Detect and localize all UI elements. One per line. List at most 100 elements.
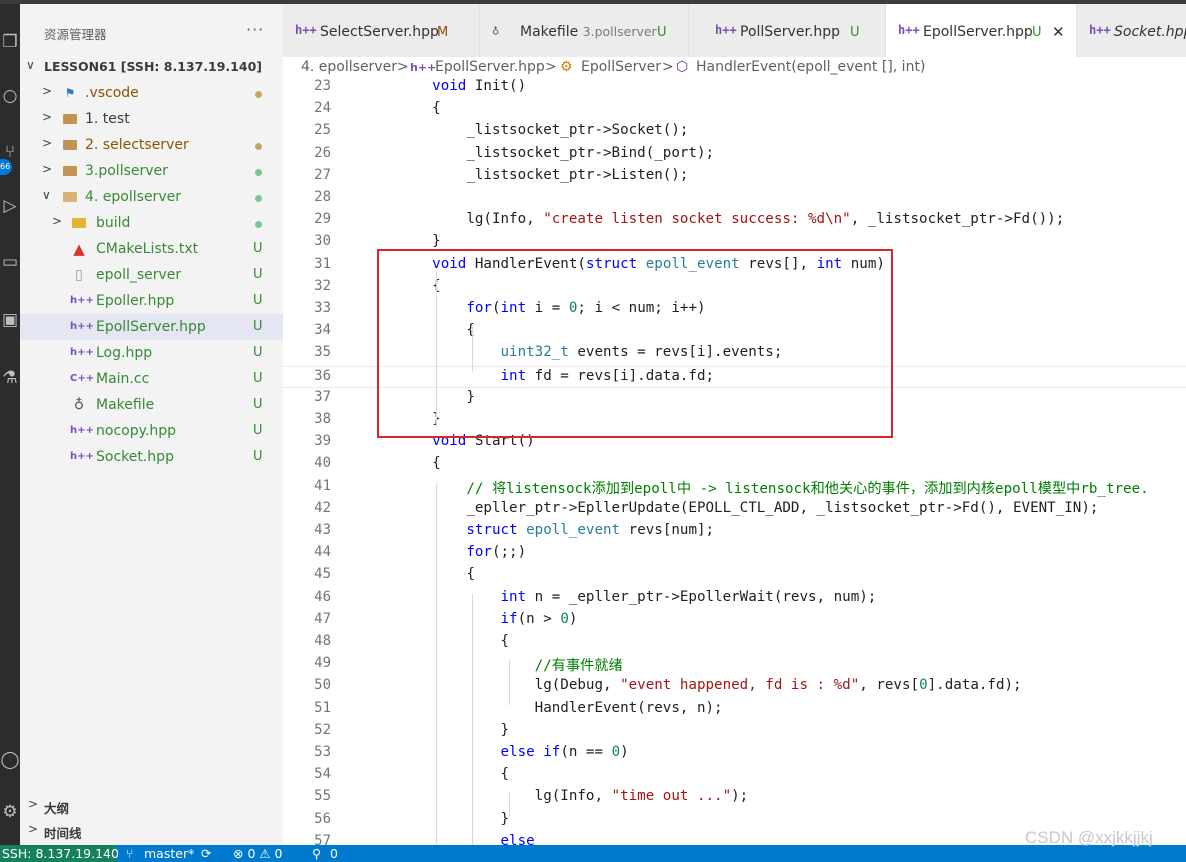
- tab-selectserver[interactable]: h++ SelectServer.hpp M: [283, 4, 480, 57]
- tree-item-test[interactable]: > 1. test: [20, 106, 283, 132]
- tab-epollserver[interactable]: h++ EpollServer.hpp U ✕: [886, 4, 1077, 57]
- line-number: 43: [314, 522, 331, 538]
- code-line[interactable]: 28: [283, 188, 1186, 210]
- tree-item-label: CMakeLists.txt: [96, 241, 199, 257]
- code-line[interactable]: 50 lg(Debug, "event happened, fd is : %d…: [283, 676, 1186, 698]
- testing-icon[interactable]: ⚗: [0, 366, 20, 390]
- workspace-root[interactable]: ∨ LESSON61 [SSH: 8.137.19.140]: [20, 54, 283, 80]
- code-editor[interactable]: 23 void Init() 24 {25 _listsocket_ptr->So…: [283, 79, 1186, 845]
- tree-item-label: epoll_server: [96, 267, 182, 283]
- tree-item-socket[interactable]: h++ Socket.hpp U: [20, 444, 283, 470]
- line-number: 40: [314, 455, 331, 472]
- more-actions-icon[interactable]: ···: [246, 20, 264, 39]
- code-line[interactable]: 42 _epller_ptr->EpllerUpdate(EPOLL_CTL_A…: [283, 499, 1186, 521]
- code-line[interactable]: 29 lg(Info, "create listen socket succes…: [283, 210, 1186, 232]
- tree-item-makefile[interactable]: ♁ Makefile U: [20, 392, 283, 418]
- tree-item-epoller[interactable]: h++ Epoller.hpp U: [20, 288, 283, 314]
- cpp-header-icon: h++: [70, 451, 94, 462]
- activity-bar: ❐ ○ ⑂ 66 ▷ ▭ ▣ ⚗ ◯ ⚙: [0, 4, 20, 845]
- code-line[interactable]: 53 else if(n == 0): [283, 743, 1186, 765]
- code-text: int n = _epller_ptr->EpollerWait(revs, n…: [500, 588, 877, 605]
- cpp-header-icon: h++: [70, 347, 94, 358]
- code-line[interactable]: 40 {: [283, 454, 1186, 476]
- tree-item-pollserver[interactable]: > 3.pollserver: [20, 158, 283, 184]
- indent-guide: [509, 793, 510, 816]
- outline-section[interactable]: > 大纲: [20, 794, 283, 818]
- line-number: 46: [314, 588, 331, 605]
- explorer-icon[interactable]: ❐: [0, 30, 20, 54]
- code-line[interactable]: 23 void Init(): [283, 79, 1186, 99]
- tree-item-log[interactable]: h++ Log.hpp U: [20, 340, 283, 366]
- code-line[interactable]: 41 // 将listensock添加到epoll中 -> listensock…: [283, 477, 1186, 499]
- tab-label: SelectServer.hpp: [320, 24, 439, 40]
- line-number: 39: [314, 433, 331, 450]
- remote-explorer-icon[interactable]: ▭: [0, 250, 20, 274]
- method-symbol-icon: ⬡: [676, 59, 689, 75]
- breadcrumb-file[interactable]: EpollServer.hpp: [435, 59, 545, 75]
- run-debug-icon[interactable]: ▷: [0, 194, 20, 218]
- code-line[interactable]: 24 {: [283, 99, 1186, 121]
- code-text: {: [398, 100, 441, 117]
- source-control-badge: 66: [0, 159, 12, 175]
- breadcrumb-method[interactable]: HandlerEvent(epoll_event [], int): [696, 59, 925, 75]
- remote-indicator[interactable]: SSH: 8.137.19.140: [0, 845, 119, 862]
- line-number: 23: [314, 79, 331, 94]
- tree-item-selectserver[interactable]: > 2. selectserver: [20, 132, 283, 158]
- code-line[interactable]: 49 //有事件就绪: [283, 654, 1186, 676]
- cpp-header-icon: h++: [295, 23, 317, 37]
- tree-item-cmakelists[interactable]: ▲ CMakeLists.txt U: [20, 236, 283, 262]
- tree-item-main[interactable]: C++ Main.cc U: [20, 366, 283, 392]
- line-number: 37: [314, 388, 331, 405]
- tab-makefile[interactable]: ♁ Makefile 3.pollserver U: [480, 4, 689, 57]
- settings-gear-icon[interactable]: ⚙: [0, 800, 20, 824]
- file-icon: ▯: [75, 267, 83, 283]
- code-text: lg(Debug, "event happened, fd is : %d", …: [534, 677, 1022, 694]
- line-number: 34: [314, 322, 331, 339]
- tree-item-epollserver-hpp[interactable]: h++ EpollServer.hpp U: [20, 314, 283, 340]
- folder-open-icon: [61, 188, 79, 206]
- tree-item-epoll-server[interactable]: ▯ epoll_server U: [20, 262, 283, 288]
- line-number: 42: [314, 499, 331, 516]
- code-line[interactable]: 26 _listsocket_ptr->Bind(_port);: [283, 144, 1186, 166]
- indent-guide: [509, 660, 510, 705]
- ports-count[interactable]: 0: [330, 846, 338, 861]
- code-line[interactable]: 45 {: [283, 565, 1186, 587]
- tab-pollserver[interactable]: h++ PollServer.hpp U: [689, 4, 886, 57]
- tree-item-build[interactable]: > build: [20, 210, 283, 236]
- tree-item-vscode[interactable]: > ⚑ .vscode: [20, 80, 283, 106]
- code-line[interactable]: 27 _listsocket_ptr->Listen();: [283, 166, 1186, 188]
- indent-guide: [472, 593, 473, 845]
- code-line[interactable]: 51 HandlerEvent(revs, n);: [283, 699, 1186, 721]
- code-line[interactable]: 25 _listsocket_ptr->Socket();: [283, 121, 1186, 143]
- code-line[interactable]: 48 {: [283, 632, 1186, 654]
- code-line[interactable]: 47 if(n > 0): [283, 610, 1186, 632]
- git-branch[interactable]: master*: [144, 846, 194, 861]
- timeline-section[interactable]: > 时间线: [20, 819, 283, 843]
- code-text: {: [398, 766, 510, 783]
- code-line[interactable]: 55 lg(Info, "time out ...");: [283, 787, 1186, 809]
- problems-indicator[interactable]: ⊗ 0 ⚠ 0: [233, 846, 283, 861]
- code-text: void Init(): [432, 79, 527, 94]
- breadcrumb-folder[interactable]: 4. epollserver: [301, 59, 397, 75]
- tab-status: M: [437, 25, 449, 40]
- code-line[interactable]: 46 int n = _epller_ptr->EpollerWait(revs…: [283, 588, 1186, 610]
- tree-item-epollserver[interactable]: ∨ 4. epollserver: [20, 184, 283, 210]
- code-line[interactable]: 43 struct epoll_event revs[num];: [283, 521, 1186, 543]
- line-number: 29: [314, 211, 331, 228]
- close-icon[interactable]: ✕: [1052, 23, 1065, 41]
- tree-item-label: 1. test: [85, 111, 130, 127]
- breadcrumb-separator-icon: >: [397, 59, 409, 75]
- breadcrumb-class[interactable]: EpollServer: [581, 59, 661, 75]
- code-line[interactable]: 54 {: [283, 765, 1186, 787]
- code-line[interactable]: 44 for(;;): [283, 543, 1186, 565]
- tab-socket[interactable]: h++ Socket.hpp: [1077, 4, 1186, 57]
- folder-icon: [61, 110, 79, 128]
- extensions-icon[interactable]: ▣: [0, 308, 20, 332]
- search-icon[interactable]: ○: [0, 84, 20, 108]
- watermark: CSDN @xxjkkjjkj: [1025, 828, 1153, 847]
- accounts-icon[interactable]: ◯: [0, 748, 20, 772]
- sync-icon[interactable]: ⟳: [201, 846, 211, 861]
- line-number: 35: [314, 344, 331, 361]
- code-line[interactable]: 52 }: [283, 721, 1186, 743]
- tree-item-nocopy[interactable]: h++ nocopy.hpp U: [20, 418, 283, 444]
